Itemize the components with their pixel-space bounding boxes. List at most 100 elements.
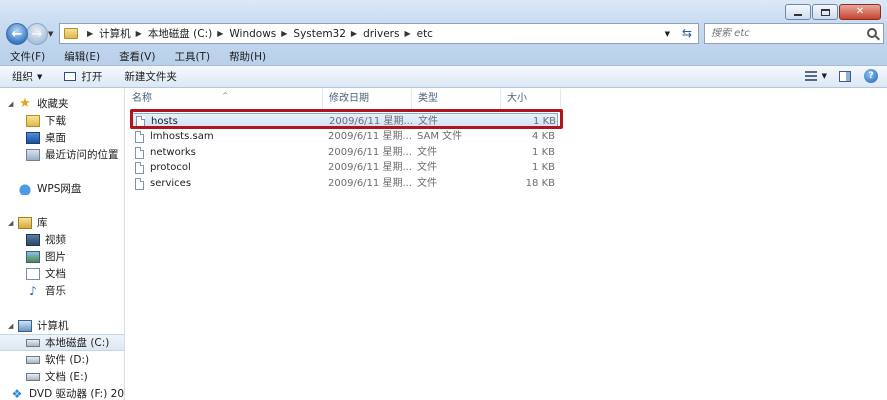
menu-bar: 文件(F) 编辑(E) 查看(V) 工具(T) 帮助(H) xyxy=(0,49,275,65)
menu-edit[interactable]: 编辑(E) xyxy=(54,49,109,65)
file-date: 2009/6/11 星期... xyxy=(328,162,412,173)
file-type: 文件 xyxy=(417,178,437,189)
minimize-button[interactable] xyxy=(785,4,811,20)
file-icon xyxy=(135,147,144,159)
column-header-row: 名称 ^ 修改日期 类型 大小 xyxy=(126,89,887,109)
star-icon: ★ xyxy=(19,95,31,111)
refresh-icon[interactable]: ⇆ xyxy=(682,26,692,40)
picture-icon xyxy=(26,250,40,263)
computer-icon xyxy=(18,319,32,332)
menu-tools[interactable]: 工具(T) xyxy=(164,49,219,65)
nav-computer[interactable]: ◢ 计算机 xyxy=(0,317,124,334)
nav-drive-c[interactable]: 本地磁盘 (C:) xyxy=(0,334,124,351)
nav-pictures[interactable]: 图片 xyxy=(0,248,124,265)
expand-triangle-icon[interactable]: ◢ xyxy=(8,322,15,330)
nav-wps-cloud[interactable]: WPS网盘 xyxy=(0,180,124,197)
chevron-right-icon[interactable]: ▶ xyxy=(404,29,410,38)
chevron-right-icon[interactable]: ▶ xyxy=(136,29,142,38)
drive-icon xyxy=(26,372,40,381)
column-header-type[interactable]: 类型 xyxy=(412,89,501,109)
organize-button[interactable]: 组织 ▼ xyxy=(0,66,52,88)
file-row-hosts[interactable]: hosts 2009/6/11 星期... 文件 1 KB xyxy=(131,113,558,129)
help-button[interactable]: ? xyxy=(863,69,879,83)
file-name: lmhosts.sam xyxy=(150,131,214,142)
search-box[interactable] xyxy=(704,23,884,44)
nav-drive-e[interactable]: 文档 (E:) xyxy=(0,368,124,385)
search-icon[interactable] xyxy=(867,28,877,38)
file-type: 文件 xyxy=(418,116,438,127)
breadcrumb-drive-c[interactable]: 本地磁盘 (C:) ▶ xyxy=(148,26,230,41)
file-size: 1 KB xyxy=(532,162,555,173)
folder-icon xyxy=(64,28,78,39)
view-options-dropdown-icon[interactable]: ▼ xyxy=(822,72,827,80)
file-type: SAM 文件 xyxy=(417,131,463,142)
menu-view[interactable]: 查看(V) xyxy=(109,49,164,65)
nav-drive-d[interactable]: 软件 (D:) xyxy=(0,351,124,368)
chevron-right-icon[interactable]: ▶ xyxy=(217,29,223,38)
chevron-right-icon[interactable]: ▶ xyxy=(281,29,287,38)
file-size: 1 KB xyxy=(533,116,556,127)
chevron-down-icon: ▼ xyxy=(37,72,43,81)
breadcrumb-drivers[interactable]: drivers ▶ xyxy=(363,28,417,40)
menu-help[interactable]: 帮助(H) xyxy=(219,49,275,65)
breadcrumb-computer[interactable]: 计算机 ▶ xyxy=(99,26,148,41)
maximize-icon xyxy=(820,8,830,16)
music-note-icon: ♪ xyxy=(29,283,37,298)
nav-drive-f[interactable]: ❖ DVD 驱动器 (F:) 20 xyxy=(0,385,124,400)
column-header-date[interactable]: 修改日期 xyxy=(323,89,412,109)
file-date: 2009/6/11 星期... xyxy=(328,147,412,158)
new-folder-button[interactable]: 新建文件夹 xyxy=(112,66,187,88)
nav-libraries[interactable]: ◢ 库 xyxy=(0,214,124,231)
nav-desktop[interactable]: 桌面 xyxy=(0,129,124,146)
drive-icon xyxy=(26,355,40,364)
chevron-right-icon[interactable]: ▶ xyxy=(351,29,357,38)
address-bar[interactable]: ▶ 计算机 ▶ 本地磁盘 (C:) ▶ Windows ▶ System32 ▶ dri… xyxy=(59,23,699,44)
file-icon xyxy=(135,162,144,174)
back-button[interactable]: ← xyxy=(6,23,28,45)
forward-button[interactable]: → xyxy=(26,23,48,45)
file-date: 2009/6/11 星期... xyxy=(328,178,412,189)
file-icon xyxy=(135,131,144,143)
file-size: 18 KB xyxy=(525,178,555,189)
nav-videos[interactable]: 视频 xyxy=(0,231,124,248)
expand-triangle-icon[interactable]: ◢ xyxy=(8,100,15,108)
expand-triangle-icon[interactable]: ◢ xyxy=(8,219,15,227)
nav-documents[interactable]: 文档 xyxy=(0,265,124,282)
nav-recent-places[interactable]: 最近访问的位置 xyxy=(0,146,124,163)
file-row-networks[interactable]: networks 2009/6/11 星期... 文件 1 KB xyxy=(131,145,558,161)
recent-pages-dropdown[interactable]: ▼ xyxy=(48,30,53,38)
close-icon: ✕ xyxy=(855,6,865,17)
file-size: 4 KB xyxy=(532,131,555,142)
breadcrumb-etc[interactable]: etc xyxy=(417,28,433,40)
breadcrumb-windows[interactable]: Windows ▶ xyxy=(229,28,293,40)
back-arrow-icon: ← xyxy=(11,26,23,42)
pane-divider[interactable] xyxy=(124,89,125,400)
dvd-drive-icon: ❖ xyxy=(11,386,23,400)
nav-favorites[interactable]: ◢ ★ 收藏夹 xyxy=(0,95,124,112)
maximize-button[interactable] xyxy=(812,4,838,20)
video-icon xyxy=(26,233,40,246)
sort-ascending-icon: ^ xyxy=(222,91,229,100)
nav-downloads[interactable]: 下载 xyxy=(0,112,124,129)
change-view-button[interactable] xyxy=(803,69,819,83)
search-input[interactable] xyxy=(711,28,861,39)
file-row-lmhosts[interactable]: lmhosts.sam 2009/6/11 星期... SAM 文件 4 KB xyxy=(131,129,558,145)
address-dropdown-icon[interactable]: ▼ xyxy=(665,30,670,38)
file-row-protocol[interactable]: protocol 2009/6/11 星期... 文件 1 KB xyxy=(131,160,558,176)
file-row-services[interactable]: services 2009/6/11 星期... 文件 18 KB xyxy=(131,176,558,192)
navigation-pane: ◢ ★ 收藏夹 下载 桌面 最近访问的位置 WPS网盘 ◢ 库 视频 图片 文档… xyxy=(0,89,124,400)
window-icon xyxy=(64,72,77,81)
navigation-row: ← → ▼ ▶ 计算机 ▶ 本地磁盘 (C:) ▶ Windows ▶ System3… xyxy=(4,22,884,46)
open-button[interactable]: 打开 xyxy=(52,66,112,88)
menu-file[interactable]: 文件(F) xyxy=(0,49,54,65)
column-header-size[interactable]: 大小 xyxy=(501,89,561,109)
column-header-name[interactable]: 名称 ^ xyxy=(126,89,323,109)
minimize-icon xyxy=(794,13,802,16)
nav-music[interactable]: ♪ 音乐 xyxy=(0,282,124,299)
help-icon: ? xyxy=(864,69,878,83)
preview-pane-button[interactable] xyxy=(837,69,853,83)
close-button[interactable]: ✕ xyxy=(839,4,881,20)
chevron-right-icon[interactable]: ▶ xyxy=(87,29,93,38)
breadcrumb-system32[interactable]: System32 ▶ xyxy=(293,28,363,40)
command-bar: 组织 ▼ 打开 新建文件夹 ▼ ? xyxy=(0,66,887,88)
